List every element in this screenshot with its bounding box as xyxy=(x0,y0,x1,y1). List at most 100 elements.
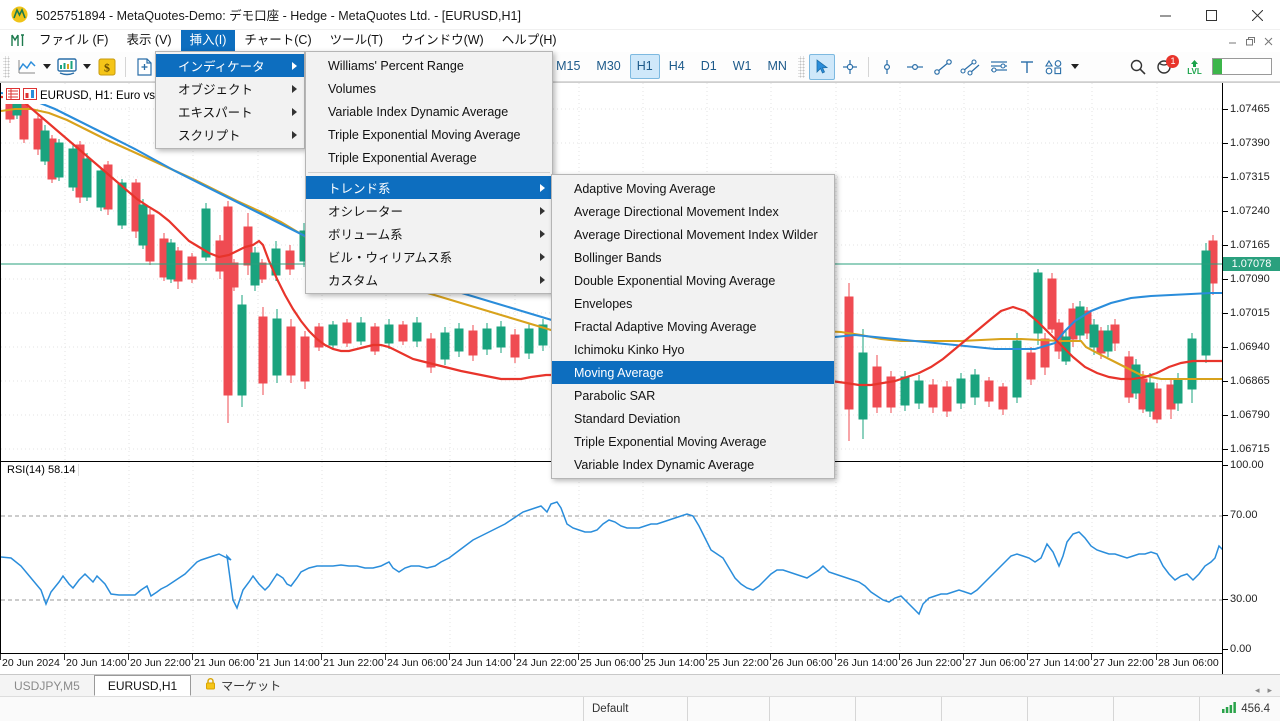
fibonacci-retracement-icon[interactable] xyxy=(986,54,1012,80)
equidistant-channel-icon[interactable] xyxy=(958,54,984,80)
menu-item-objects[interactable]: オブジェクト xyxy=(156,77,304,100)
chart-tab-usdjpy-m5[interactable]: USDJPY,M5 xyxy=(0,675,94,696)
mt5-glyph-icon xyxy=(6,31,30,51)
text-label-icon[interactable] xyxy=(1014,54,1040,80)
toolbar-grip[interactable] xyxy=(3,55,10,78)
menu-item-standard-deviation[interactable]: Standard Deviation xyxy=(552,407,834,430)
price-axis[interactable]: 1.07465 1.07390 1.07315 1.07240 1.07165 … xyxy=(1222,83,1280,675)
submenu-arrow-icon xyxy=(292,105,297,119)
timeframe-m15[interactable]: M15 xyxy=(549,54,587,79)
balance-meter[interactable] xyxy=(1212,58,1273,75)
rsi-tick: 70.00 xyxy=(1230,509,1258,521)
time-axis[interactable]: 20 Jun 2024 20 Jun 14:00 20 Jun 22:00 21… xyxy=(0,653,1222,675)
menu-file[interactable]: ファイル (F) xyxy=(30,30,117,52)
search-icon[interactable] xyxy=(1125,54,1151,80)
menu-item-custom[interactable]: カスタム xyxy=(306,268,552,291)
menu-item-average-directional-movement-index-wilder[interactable]: Average Directional Movement Index Wilde… xyxy=(552,223,834,246)
minimize-button[interactable] xyxy=(1142,0,1188,30)
timeframe-h4[interactable]: H4 xyxy=(662,54,692,79)
mdi-close-button[interactable] xyxy=(1260,32,1276,50)
menu-item-variable-index-dynamic-average-trend[interactable]: Variable Index Dynamic Average xyxy=(552,453,834,476)
svg-text:$: $ xyxy=(104,60,110,74)
vertical-line-icon[interactable] xyxy=(874,54,900,80)
time-tick: 20 Jun 2024 xyxy=(2,657,60,669)
rsi-pane[interactable]: RSI(14) 58.14 xyxy=(0,461,1223,654)
menu-item-moving-average[interactable]: Moving Average xyxy=(552,361,834,384)
indicators-menu[interactable]: Williams' Percent Range Volumes Variable… xyxy=(305,51,553,294)
template-chart-icon[interactable] xyxy=(54,54,80,80)
cursor-arrow-icon[interactable] xyxy=(808,53,835,80)
timeframe-mn[interactable]: MN xyxy=(760,54,793,79)
dollar-autotrading-icon[interactable]: $ xyxy=(94,54,120,80)
maximize-button[interactable] xyxy=(1188,0,1234,30)
menu-item-double-exponential-moving-average[interactable]: Double Exponential Moving Average xyxy=(552,269,834,292)
tabs-scroll-controls[interactable]: ◂ ▸ xyxy=(1255,685,1280,696)
time-tick: 21 Jun 06:00 xyxy=(194,657,255,669)
menu-charts[interactable]: チャート(C) xyxy=(235,30,320,52)
status-cell-empty xyxy=(0,696,584,721)
notifications-icon[interactable]: 1 xyxy=(1153,54,1180,80)
lvl-icon[interactable]: LVL xyxy=(1181,54,1207,80)
menu-tools[interactable]: ツール(T) xyxy=(321,30,392,52)
chart-tab-label: マーケット xyxy=(221,679,282,693)
data-window-icon[interactable] xyxy=(6,88,20,103)
status-connection[interactable]: 456.4 xyxy=(1222,702,1280,716)
menu-item-indicators[interactable]: インディケータ xyxy=(156,54,304,77)
chart-tab-market[interactable]: マーケット xyxy=(191,675,295,696)
menu-item-adaptive-moving-average[interactable]: Adaptive Moving Average xyxy=(552,177,834,200)
menu-item-variable-index-dynamic-average[interactable]: Variable Index Dynamic Average xyxy=(306,100,552,123)
close-button[interactable] xyxy=(1234,0,1280,30)
mdi-restore-button[interactable] xyxy=(1242,32,1258,50)
menu-help[interactable]: ヘルプ(H) xyxy=(493,30,566,52)
trendline-icon[interactable] xyxy=(930,54,956,80)
menu-insert[interactable]: 挿入(I) xyxy=(180,29,236,52)
chart-tab-eurusd-h1[interactable]: EURUSD,H1 xyxy=(93,675,192,696)
chart-props-icon[interactable] xyxy=(23,88,37,103)
menu-item-volumes-category[interactable]: ボリューム系 xyxy=(306,222,552,245)
tabs-scroll-right-icon[interactable]: ▸ xyxy=(1267,685,1272,696)
mdi-minimize-button[interactable] xyxy=(1224,32,1240,50)
tabs-scroll-left-icon[interactable]: ◂ xyxy=(1255,685,1260,696)
menu-item-trend[interactable]: トレンド系 xyxy=(306,176,552,199)
menu-item-scripts[interactable]: スクリプト xyxy=(156,123,304,146)
shapes-chevron-down-icon[interactable] xyxy=(1069,54,1081,80)
template-chevron-down-icon[interactable] xyxy=(81,54,93,80)
toolbar-grip-3[interactable] xyxy=(797,55,805,78)
new-chart-icon[interactable] xyxy=(131,54,157,80)
menu-item-envelopes[interactable]: Envelopes xyxy=(552,292,834,315)
menu-item-triple-exponential-moving-average[interactable]: Triple Exponential Moving Average xyxy=(306,123,552,146)
menu-item-label: オブジェクト xyxy=(178,83,254,97)
timeframe-h1[interactable]: H1 xyxy=(629,54,660,79)
menu-item-parabolic-sar[interactable]: Parabolic SAR xyxy=(552,384,834,407)
price-tick: 1.07015 xyxy=(1230,307,1270,319)
menu-item-volumes[interactable]: Volumes xyxy=(306,77,552,100)
menu-item-triple-exponential-average[interactable]: Triple Exponential Average xyxy=(306,146,552,169)
insert-menu[interactable]: インディケータ オブジェクト エキスパート スクリプト xyxy=(155,51,305,149)
menu-item-williams-percent-range[interactable]: Williams' Percent Range xyxy=(306,54,552,77)
menu-item-label: Bollinger Bands xyxy=(574,250,662,265)
timeframe-w1[interactable]: W1 xyxy=(726,54,759,79)
chart-type-chevron-down-icon[interactable] xyxy=(41,54,53,80)
status-profile[interactable]: Default xyxy=(584,696,688,721)
menu-item-ichimoku-kinko-hyo[interactable]: Ichimoku Kinko Hyo xyxy=(552,338,834,361)
menu-item-fractal-adaptive-moving-average[interactable]: Fractal Adaptive Moving Average xyxy=(552,315,834,338)
menu-item-bill-williams[interactable]: ビル・ウィリアムス系 xyxy=(306,245,552,268)
menu-item-experts[interactable]: エキスパート xyxy=(156,100,304,123)
menu-item-average-directional-movement-index[interactable]: Average Directional Movement Index xyxy=(552,200,834,223)
line-chart-icon[interactable] xyxy=(14,54,40,80)
lvl-label: LVL xyxy=(1187,66,1202,76)
menu-window[interactable]: ウインドウ(W) xyxy=(392,30,493,52)
crosshair-icon[interactable] xyxy=(837,54,863,80)
menu-item-oscillators[interactable]: オシレーター xyxy=(306,199,552,222)
timeframe-m30[interactable]: M30 xyxy=(589,54,627,79)
menu-item-bollinger-bands[interactable]: Bollinger Bands xyxy=(552,246,834,269)
timeframe-d1[interactable]: D1 xyxy=(694,54,724,79)
menu-view[interactable]: 表示 (V) xyxy=(117,30,180,52)
horizontal-line-icon[interactable] xyxy=(902,54,928,80)
rsi-tick: 0.00 xyxy=(1230,643,1252,655)
trend-indicators-menu[interactable]: Adaptive Moving Average Average Directio… xyxy=(551,174,835,479)
status-bar: Default 456.4 xyxy=(0,696,1280,721)
shapes-icon[interactable] xyxy=(1042,54,1068,80)
menu-item-triple-exponential-moving-average-trend[interactable]: Triple Exponential Moving Average xyxy=(552,430,834,453)
price-tick: 1.07240 xyxy=(1230,205,1270,217)
